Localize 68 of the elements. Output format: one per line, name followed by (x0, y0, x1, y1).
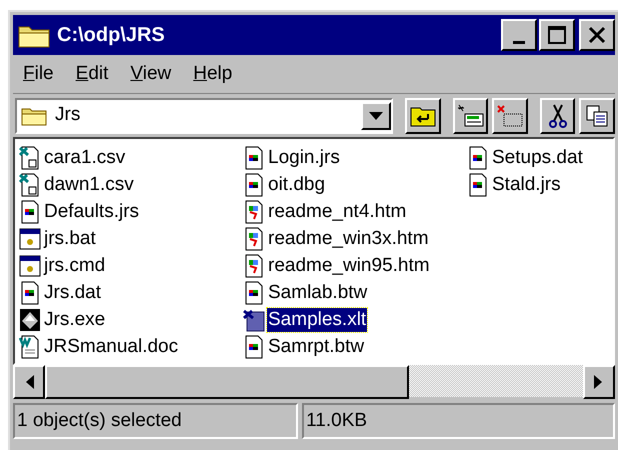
document-file-icon (243, 334, 265, 358)
directory-entry[interactable]: dawn1.csv (19, 171, 135, 198)
drive-icon (456, 104, 485, 128)
document-file-icon (243, 146, 265, 170)
address-bar[interactable]: Jrs (15, 98, 394, 134)
document-file-icon (467, 172, 489, 196)
directory-entry[interactable]: Stald.jrs (467, 171, 562, 198)
copy-button[interactable] (579, 98, 615, 134)
scroll-right-button[interactable] (583, 365, 615, 399)
directory-entry[interactable]: jrs.bat (19, 225, 97, 252)
left-arrow-icon (24, 375, 34, 389)
batch-file-icon (19, 254, 41, 278)
document-file-icon (19, 280, 41, 304)
web-page-icon (243, 226, 265, 250)
caret-icon (369, 112, 384, 120)
address-field[interactable]: Jrs (53, 100, 353, 131)
directory-entry[interactable]: cara1.csv (19, 144, 126, 171)
menu-item[interactable]: Edit (76, 60, 108, 88)
scroll-left-button[interactable] (13, 365, 45, 399)
close-icon (587, 25, 607, 45)
document-file-icon (19, 200, 41, 224)
application-icon (19, 308, 41, 332)
window-title: C:\odp\JRS (57, 23, 165, 48)
copy-icon (585, 104, 610, 128)
minimize-button[interactable] (501, 19, 537, 51)
word-document-icon (19, 334, 41, 358)
directory-entry[interactable]: readme_win95.htm (243, 252, 431, 279)
directory-entry[interactable]: Defaults.jrs (19, 198, 140, 225)
up-folder-button[interactable] (405, 98, 441, 134)
up-folder-icon (410, 104, 436, 126)
cut-button[interactable] (540, 98, 576, 134)
spreadsheet-file-icon (19, 146, 41, 170)
directory-entry[interactable]: Samlab.btw (243, 279, 368, 306)
close-button[interactable] (579, 19, 615, 51)
status-panel: 1 object(s) selected (13, 403, 298, 439)
directory-entry[interactable]: Samrpt.btw (243, 333, 366, 360)
maximize-button[interactable] (539, 19, 575, 51)
spreadsheet-template-icon (243, 308, 265, 332)
batch-file-icon (19, 226, 41, 250)
document-file-icon (467, 146, 489, 170)
disconnect-icon (496, 104, 524, 128)
disconnect-drive-button[interactable] (492, 98, 528, 134)
maximize-icon (547, 25, 567, 45)
document-file-icon (243, 280, 265, 304)
dropdown-button[interactable] (361, 102, 392, 130)
directory-entry[interactable]: readme_nt4.htm (243, 198, 408, 225)
directory-entry[interactable]: Jrs.dat (19, 279, 102, 306)
directory-entry[interactable]: JRSmanual.doc (19, 333, 180, 360)
right-arrow-icon (594, 375, 604, 389)
directory-entry[interactable]: Setups.dat (467, 144, 584, 171)
directory-entry[interactable]: Jrs.exe (19, 306, 106, 333)
menu-item[interactable]: View (130, 60, 172, 88)
web-page-icon (243, 200, 265, 224)
scrollbar-thumb[interactable] (45, 365, 409, 399)
directory-entry[interactable]: Login.jrs (243, 144, 341, 171)
scissors-icon (548, 102, 568, 128)
menu-item[interactable]: Help (193, 60, 232, 88)
web-page-icon (243, 254, 265, 278)
map-drive-button[interactable] (452, 98, 488, 134)
directory-entry[interactable]: oit.dbg (243, 171, 326, 198)
status-panel: 11.0KB (302, 403, 615, 439)
menu-item[interactable]: File (23, 60, 54, 88)
minimize-icon (513, 40, 525, 44)
folder-icon (21, 106, 47, 126)
directory-entry[interactable]: jrs.cmd (19, 252, 106, 279)
spreadsheet-file-icon (19, 172, 41, 196)
document-file-icon (243, 172, 265, 196)
directory-entry[interactable]: readme_win3x.htm (243, 225, 430, 252)
